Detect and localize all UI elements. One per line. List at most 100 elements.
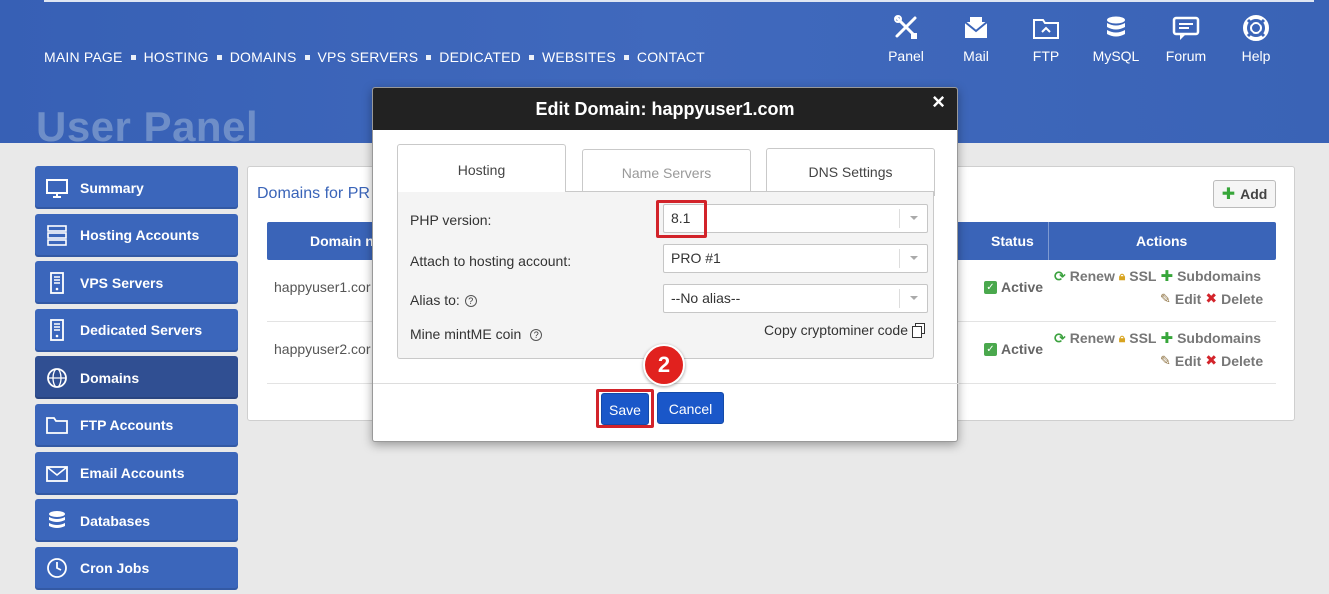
save-button[interactable]: Save (601, 393, 649, 425)
tab-dns-settings[interactable]: DNS Settings (766, 148, 935, 196)
lock-icon: 🔒︎ (1118, 330, 1126, 345)
close-icon[interactable]: × (932, 90, 945, 114)
step-badge: 2 (643, 344, 685, 386)
sidebar-item-ftp-accounts[interactable]: FTP Accounts (35, 403, 238, 447)
row-actions-primary: ⟳ Renew 🔒︎ SSL ✚ Subdomains (1054, 267, 1261, 286)
database-icon (45, 509, 69, 533)
envelope-icon (45, 461, 69, 485)
monitor-icon (45, 176, 69, 200)
quicklink-ftp[interactable]: FTP (1011, 14, 1081, 64)
alias-select[interactable]: --No alias-- (663, 284, 928, 313)
copy-cryptominer-label: Copy cryptominer code (764, 322, 908, 338)
delete-icon: ✖ (1205, 290, 1218, 306)
plus-icon: ✚ (1160, 330, 1174, 347)
header-divider (44, 0, 1314, 2)
renew-icon: ⟳ (1054, 267, 1066, 284)
quicklink-forum[interactable]: Forum (1151, 14, 1221, 64)
domain-name[interactable]: happyuser1.cor (274, 279, 371, 295)
tab-name-servers[interactable]: Name Servers (582, 149, 751, 197)
column-domain: Domain n (310, 233, 374, 249)
clock-icon (45, 556, 69, 580)
delete-link[interactable]: Delete (1221, 291, 1263, 307)
domain-name[interactable]: happyuser2.cor (274, 341, 371, 357)
server-icon (45, 223, 69, 247)
quicklink-panel[interactable]: Panel (871, 14, 941, 64)
ssl-link[interactable]: SSL (1129, 268, 1156, 284)
tab-hosting[interactable]: Hosting (397, 144, 566, 194)
chevron-down-icon (899, 289, 927, 308)
ssl-link[interactable]: SSL (1129, 330, 1156, 346)
folder-icon (1033, 19, 1059, 39)
alias-value: --No alias-- (671, 290, 741, 306)
status-text: Active (1001, 279, 1044, 295)
chevron-down-icon (899, 209, 927, 228)
nav-separator (623, 54, 629, 60)
nav-dedicated[interactable]: DEDICATED (439, 49, 521, 65)
sidebar-item-label: Email Accounts (80, 465, 185, 482)
sidebar-item-hosting-accounts[interactable]: Hosting Accounts (35, 213, 238, 257)
copy-icon (912, 322, 925, 338)
lock-icon: 🔒︎ (1118, 268, 1126, 283)
add-domain-button[interactable]: ✚ Add (1213, 180, 1276, 208)
sidebar-item-cron-jobs[interactable]: Cron Jobs (35, 546, 238, 590)
chevron-down-icon (899, 249, 927, 268)
nav-hosting[interactable]: HOSTING (144, 49, 209, 65)
sidebar-item-email-accounts[interactable]: Email Accounts (35, 451, 238, 495)
add-label: Add (1240, 186, 1268, 202)
row-actions-primary: ⟳ Renew 🔒︎ SSL ✚ Subdomains (1054, 329, 1261, 348)
sidebar-item-label: Hosting Accounts (80, 227, 200, 244)
subdomains-link[interactable]: Subdomains (1177, 268, 1261, 284)
nav-separator (426, 54, 432, 60)
sidebar-item-domains[interactable]: Domains (35, 356, 238, 400)
nav-separator (130, 54, 136, 60)
nav-main-page[interactable]: MAIN PAGE (44, 49, 123, 65)
quicklink-label: Help (1241, 48, 1271, 64)
hosting-tab-panel: PHP version: 8.1 Attach to hosting accou… (397, 191, 934, 359)
quicklink-label: Panel (888, 48, 924, 64)
page-title: User Panel (36, 103, 259, 150)
edit-link[interactable]: Edit (1175, 353, 1201, 369)
alias-label: Alias to: (410, 292, 460, 308)
nav-websites[interactable]: WEBSITES (542, 49, 616, 65)
attach-hosting-label: Attach to hosting account: (410, 253, 572, 269)
attach-hosting-select[interactable]: PRO #1 (663, 244, 928, 273)
help-icon[interactable]: ? (530, 329, 543, 341)
sidebar-item-vps-servers[interactable]: VPS Servers (35, 261, 238, 305)
quicklink-help[interactable]: Help (1221, 14, 1291, 64)
dedicated-icon (45, 318, 69, 342)
domains-heading: Domains for PR (257, 185, 370, 202)
renew-link[interactable]: Renew (1070, 268, 1115, 284)
modal-header: Edit Domain: happyuser1.com × (373, 88, 957, 130)
quicklink-label: FTP (1032, 48, 1060, 64)
row-actions-secondary: ✎ Edit ✖ Delete (1160, 290, 1263, 307)
nav-vps-servers[interactable]: VPS SERVERS (318, 49, 419, 65)
cancel-button[interactable]: Cancel (657, 392, 724, 424)
sidebar-item-label: Domains (80, 369, 140, 386)
mine-coin-row: Mine mintME coin? (410, 326, 543, 342)
delete-link[interactable]: Delete (1221, 353, 1263, 369)
modal-title: Edit Domain: happyuser1.com (535, 99, 795, 119)
sidebar-item-summary[interactable]: Summary (35, 166, 238, 209)
edit-icon: ✎ (1160, 352, 1171, 368)
sidebar-item-dedicated-servers[interactable]: Dedicated Servers (35, 308, 238, 352)
sidebar-item-label: Databases (80, 512, 151, 529)
column-status: Status (991, 233, 1034, 249)
quicklink-mysql[interactable]: MySQL (1081, 14, 1151, 64)
help-icon[interactable]: ? (464, 295, 477, 307)
renew-link[interactable]: Renew (1070, 330, 1115, 346)
sidebar-item-label: FTP Accounts (80, 417, 174, 434)
subdomains-link[interactable]: Subdomains (1177, 330, 1261, 346)
nav-contact[interactable]: CONTACT (637, 49, 705, 65)
nav-domains[interactable]: DOMAINS (230, 49, 297, 65)
row-actions-secondary: ✎ Edit ✖ Delete (1160, 352, 1263, 369)
sidebar-item-label: VPS Servers (80, 274, 164, 291)
quicklink-label: Forum (1165, 48, 1207, 64)
tools-icon (894, 15, 917, 39)
edit-link[interactable]: Edit (1175, 291, 1201, 307)
globe-icon (45, 366, 69, 390)
quicklink-mail[interactable]: Mail (941, 14, 1011, 64)
check-icon: ✓ (984, 280, 997, 294)
copy-cryptominer-link[interactable]: Copy cryptominer code (764, 322, 925, 338)
status-badge: ✓ Active (984, 341, 1043, 357)
sidebar-item-databases[interactable]: Databases (35, 499, 238, 543)
